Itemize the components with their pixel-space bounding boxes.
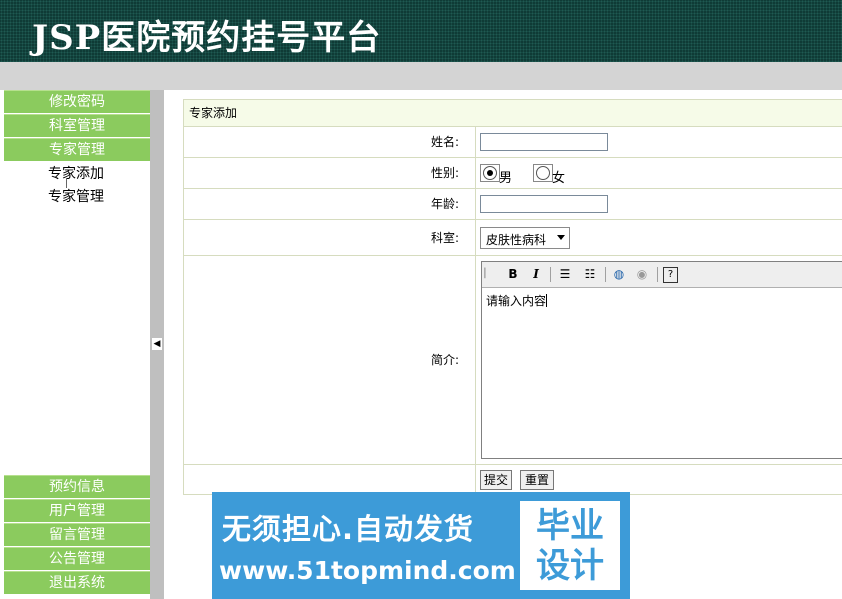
gender-female-radio[interactable] (536, 166, 550, 180)
sidebar: 修改密码 科室管理 专家管理 专家添加 专家管理 预约信息 用户管理 留言管理 … (0, 90, 150, 599)
intro-label: 简介: (184, 256, 476, 464)
gender-male-radio[interactable] (483, 166, 497, 180)
department-selected-value: 皮肤性病科 (486, 233, 547, 247)
italic-icon[interactable]: I (527, 266, 545, 283)
rich-text-editor[interactable]: ▏ B I ☰ ☷ ◍ ◉ ? 请输入内容 (481, 261, 842, 459)
name-label: 姓名: (184, 127, 476, 157)
form-title: 专家添加 (184, 100, 842, 127)
menu-notice-management[interactable]: 公告管理 (4, 547, 150, 570)
banner-logo-line1: 毕业 (536, 506, 604, 546)
submenu-expert-add[interactable]: 专家添加 (48, 163, 104, 183)
editor-content[interactable]: 请输入内容 (486, 292, 548, 309)
image-icon[interactable]: ◉ (633, 266, 651, 283)
banner-slogan: 无须担心.自动发货 (222, 512, 475, 546)
department-select[interactable]: 皮肤性病科 (480, 227, 570, 249)
menu-message-management[interactable]: 留言管理 (4, 523, 150, 546)
text-caret (546, 294, 548, 307)
banner-logo-box: 毕业 设计 (517, 498, 623, 593)
header-subbar (0, 62, 842, 90)
department-row: 科室: 皮肤性病科 (184, 220, 842, 256)
sidebar-divider[interactable]: ◀ (150, 90, 164, 599)
department-label: 科室: (184, 220, 476, 255)
reset-button[interactable]: 重置 (520, 470, 554, 490)
ordered-list-icon[interactable]: ☰ (556, 266, 574, 283)
gender-label: 性别: (184, 158, 476, 188)
menu-expert-management[interactable]: 专家管理 (4, 138, 150, 161)
unordered-list-icon[interactable]: ☷ (581, 266, 599, 283)
editor-toolbar: ▏ B I ☰ ☷ ◍ ◉ ? (482, 262, 842, 288)
age-label: 年龄: (184, 189, 476, 219)
link-icon[interactable]: ◍ (610, 266, 628, 283)
watermark-banner: 无须担心.自动发货 www.51topmind.com 毕业 设计 (212, 492, 630, 599)
name-input[interactable] (480, 133, 608, 151)
expert-add-form: 专家添加 姓名: 性别: 男 女 年龄: 科室: 皮肤性病科 简介: ▏ B I… (183, 99, 842, 495)
age-row: 年龄: (184, 189, 842, 220)
banner-logo-line2: 设计 (536, 546, 604, 586)
banner-url: www.51topmind.com (219, 556, 516, 585)
editor-text: 请输入内容 (486, 294, 547, 308)
buttons-row: 提交 重置 (184, 465, 842, 495)
toolbar-separator (550, 267, 551, 282)
collapse-arrow-icon[interactable]: ◀ (152, 338, 162, 350)
mouse-cursor (66, 178, 69, 188)
gender-female-label: 女 (552, 171, 566, 186)
buttons-label-cell (184, 465, 476, 495)
age-input[interactable] (480, 195, 608, 213)
menu-logout[interactable]: 退出系统 (4, 571, 150, 594)
app-title: JSP医院预约挂号平台 (32, 18, 382, 58)
name-row: 姓名: (184, 127, 842, 158)
chevron-down-icon (557, 235, 565, 240)
toolbar-separator (605, 267, 606, 282)
submit-button[interactable]: 提交 (480, 470, 512, 490)
intro-row: 简介: ▏ B I ☰ ☷ ◍ ◉ ? 请输入内容 (184, 256, 842, 465)
menu-change-password[interactable]: 修改密码 (4, 90, 150, 113)
gender-male-label: 男 (499, 171, 513, 186)
toolbar-separator (657, 267, 658, 282)
menu-user-management[interactable]: 用户管理 (4, 499, 150, 522)
menu-department-management[interactable]: 科室管理 (4, 114, 150, 137)
help-icon[interactable]: ? (663, 267, 678, 283)
toolbar-grip-icon: ▏ (484, 269, 492, 279)
menu-appointments[interactable]: 预约信息 (4, 475, 150, 498)
app-header: JSP医院预约挂号平台 (0, 0, 842, 62)
gender-row: 性别: 男 女 (184, 158, 842, 189)
submenu-expert-manage[interactable]: 专家管理 (48, 186, 104, 206)
bold-icon[interactable]: B (504, 266, 522, 283)
